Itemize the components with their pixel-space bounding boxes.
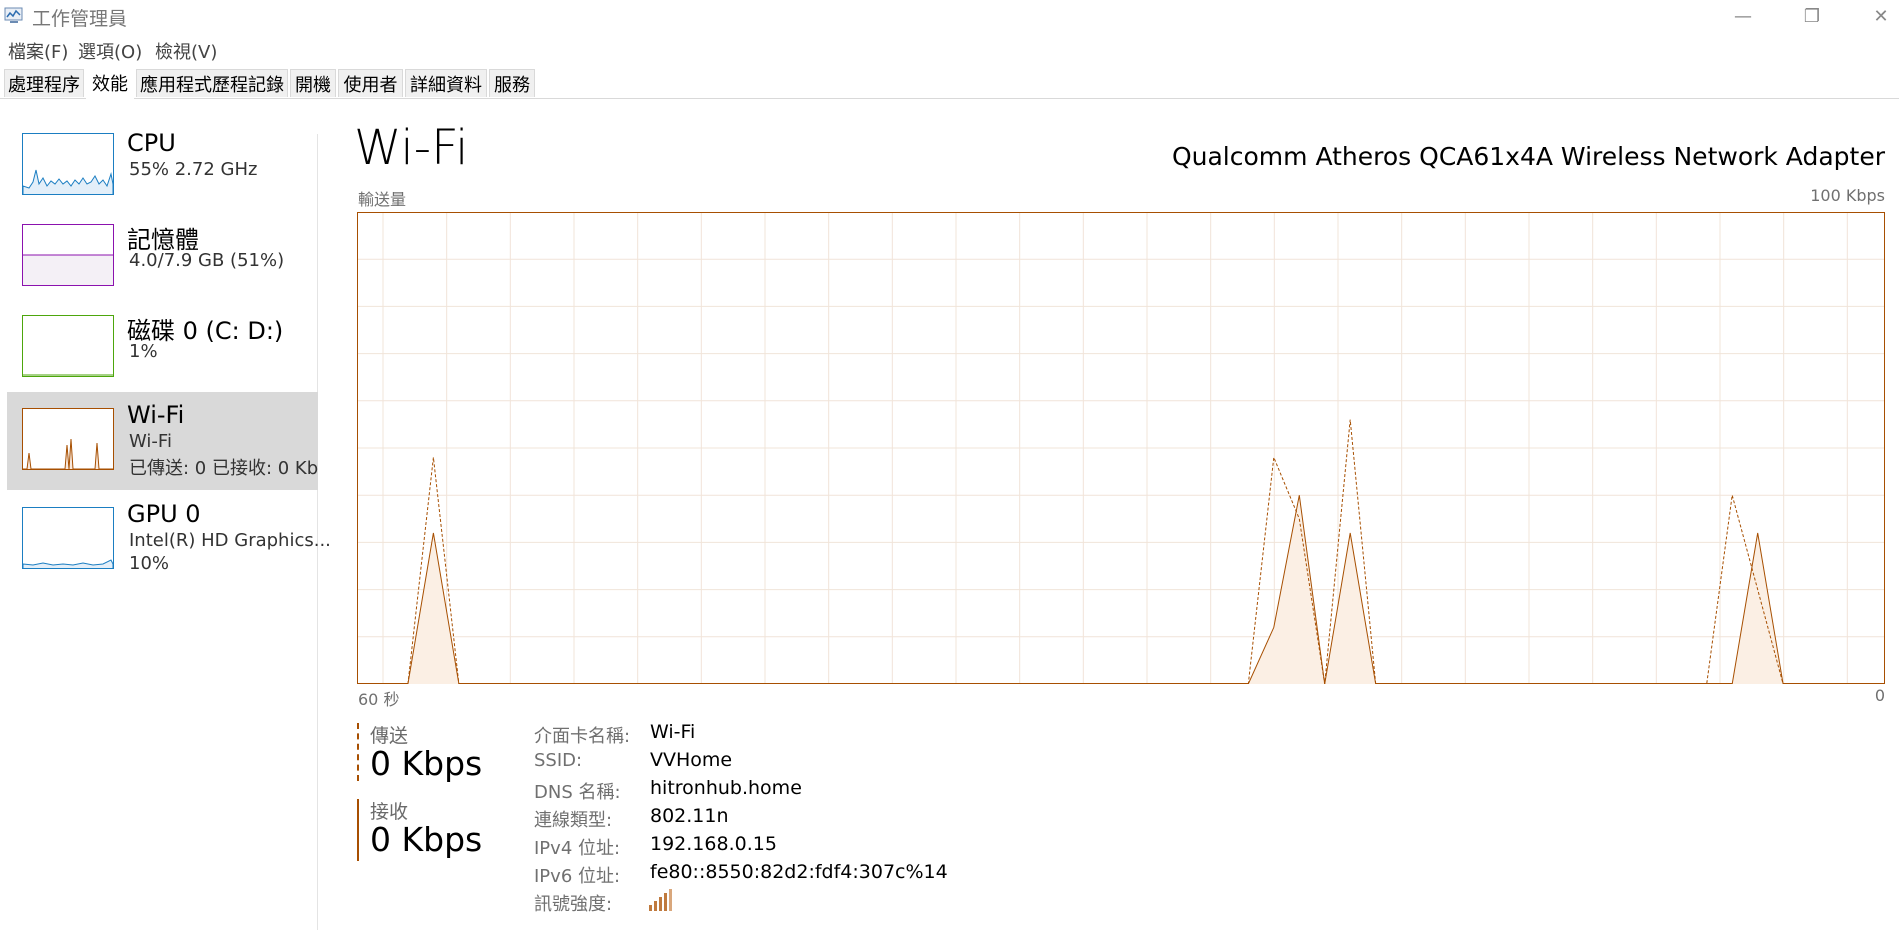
adapter-name: Qualcomm Atheros QCA61x4A Wireless Netwo… [1171,142,1885,171]
tab-performance[interactable]: 效能 [86,66,134,99]
chart-label: 輸送量 [358,190,407,209]
tab-details[interactable]: 詳細資料 [405,69,487,97]
sidebar-item-throughput: 已傳送: 0 已接收: 0 Kbps [129,458,318,479]
tab-startup[interactable]: 開機 [290,69,336,97]
window-title: 工作管理員 [32,8,128,30]
menu-options[interactable]: 選項(O) [78,38,142,64]
sidebar-item-title: Wi-Fi [127,401,185,429]
page-title: Wi-Fi [354,120,469,176]
signal-strength-icon [648,888,672,912]
receive-value: 0 Kbps [370,820,483,859]
sidebar-item-wifi[interactable]: Wi-Fi Wi-Fi 已傳送: 0 已接收: 0 Kbps [7,392,318,490]
gpu-thumbnail-graph [22,507,114,569]
sidebar-item-cpu[interactable]: CPU 55% 2.72 GHz [7,126,318,224]
task-manager-app-icon [4,6,24,24]
detail-label-signal: 訊號強度: [534,894,613,915]
sidebar-item-detail: 55% 2.72 GHz [129,159,258,180]
detail-label-dns: DNS 名稱: [534,782,621,803]
x-axis-end-label: 0 [1874,686,1885,705]
sidebar-item-detail: Wi-Fi [129,431,172,452]
detail-value-adapter: Wi-Fi [650,721,696,743]
sidebar-item-gpu[interactable]: GPU 0 Intel(R) HD Graphics... 10% [7,500,331,598]
minimize-button[interactable]: — [1720,0,1766,32]
throughput-chart [357,212,1885,684]
tab-processes[interactable]: 處理程序 [4,69,84,97]
sidebar-item-detail: Intel(R) HD Graphics... [129,530,331,551]
memory-thumbnail-graph [22,224,114,286]
restore-button[interactable]: ❐ [1789,0,1835,32]
sidebar-item-usage: 10% [129,553,170,574]
detail-label-ssid: SSID: [534,750,583,771]
wifi-thumbnail-graph [22,408,114,470]
cpu-thumbnail-graph [22,133,114,195]
send-value: 0 Kbps [370,744,483,783]
sidebar-item-detail: 4.0/7.9 GB (51%) [129,250,285,271]
sidebar-item-detail: 1% [129,341,158,362]
x-axis-start-label: 60 秒 [358,690,400,709]
tab-users[interactable]: 使用者 [338,69,403,97]
menu-view[interactable]: 檢視(V) [155,38,217,64]
detail-value-ipv6: fe80::8550:82d2:fdf4:307c%14 [650,861,948,883]
tab-app-history[interactable]: 應用程式歷程記錄 [136,69,288,97]
tab-services[interactable]: 服務 [489,69,535,97]
detail-label-ipv4: IPv4 位址: [534,838,621,859]
detail-value-connection-type: 802.11n [650,805,729,827]
chart-max-label: 100 Kbps [1810,186,1885,205]
sidebar-item-memory[interactable]: 記憶體 4.0/7.9 GB (51%) [7,217,318,315]
detail-value-dns: hitronhub.home [650,777,802,799]
detail-value-ssid: VVHome [650,749,733,771]
detail-label-ipv6: IPv6 位址: [534,866,621,887]
detail-value-ipv4: 192.168.0.15 [650,833,777,855]
close-button[interactable]: ✕ [1858,0,1899,32]
detail-label-connection-type: 連線類型: [534,810,613,831]
restore-icon: ❐ [1803,5,1821,27]
minimize-icon: — [1734,5,1752,27]
disk-thumbnail-graph [22,315,114,377]
menu-bar [0,34,1899,62]
sidebar-item-title: GPU 0 [127,500,201,528]
close-icon: ✕ [1873,5,1889,27]
sidebar-item-title: CPU [127,129,176,157]
title-bar [0,0,1899,32]
send-legend-line [357,723,359,781]
menu-file[interactable]: 檔案(F) [8,38,68,64]
receive-legend-line [357,799,359,861]
detail-label-adapter: 介面卡名稱: [534,726,631,747]
